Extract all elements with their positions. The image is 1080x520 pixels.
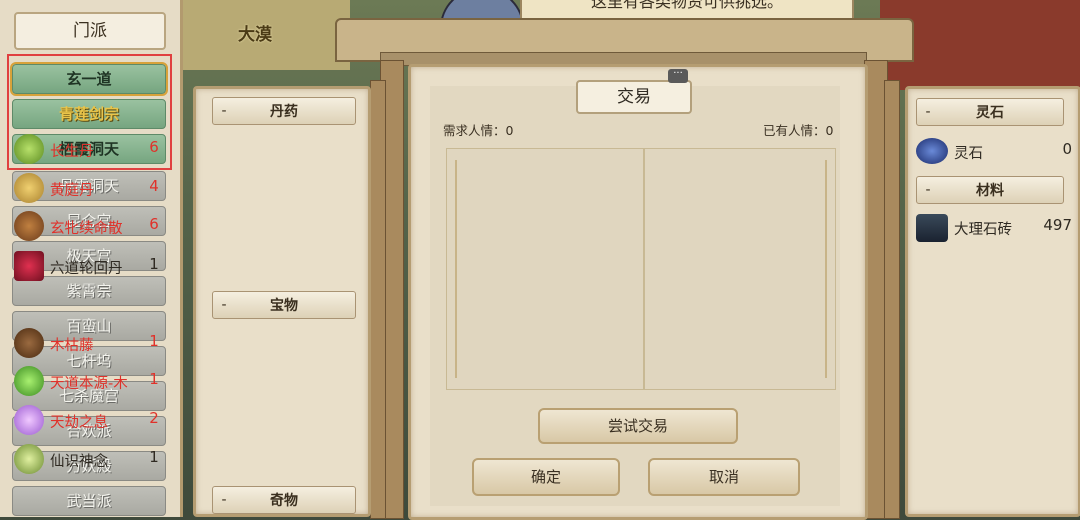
item-name: 长生丹 (50, 144, 94, 160)
resource-count: 0 (1062, 140, 1072, 158)
item-count: 1 (149, 448, 159, 466)
required-favor-label: 需求人情：0 (443, 123, 514, 138)
section-header-materials[interactable]: - 材料 (916, 176, 1064, 204)
resource-count: 497 (1043, 216, 1072, 234)
npc-speech-text: 这里有各类物资可供挑选。 (590, 0, 783, 11)
resource-item[interactable]: 大理石砖 497 (914, 212, 1072, 244)
item-name: 六道轮回丹 (50, 261, 123, 277)
sect-panel-title: 门派 (14, 12, 166, 50)
list-item[interactable]: 天劫之息 2 (14, 403, 162, 439)
list-item[interactable]: 六道轮回丹 1 (14, 249, 162, 285)
spirit-stone-icon (916, 138, 948, 164)
chat-bubble-icon[interactable]: ··· (668, 69, 688, 83)
item-count: 1 (149, 370, 159, 388)
resource-item[interactable]: 灵石 0 (914, 136, 1072, 168)
gem-box-icon (14, 251, 44, 281)
resource-name: 灵石 (954, 146, 983, 162)
list-item[interactable]: 玄牝续命散 6 (14, 209, 162, 245)
trade-title: 交易 (576, 80, 692, 114)
offer-scroll-right[interactable] (644, 148, 836, 390)
gourd-icon (14, 134, 44, 164)
list-item[interactable]: 天道本源-木 1 (14, 364, 162, 400)
section-header-pills[interactable]: - 丹药 (212, 97, 356, 125)
item-count: 6 (149, 215, 159, 233)
frame-post (370, 80, 386, 519)
item-name: 玄牝续命散 (50, 221, 123, 237)
sect-button[interactable]: 武当派 (12, 486, 166, 516)
section-title: 奇物 (270, 493, 298, 509)
powder-icon (14, 211, 44, 241)
item-count: 4 (149, 177, 159, 195)
section-header-treasures[interactable]: - 宝物 (212, 291, 356, 319)
offer-scroll-left[interactable] (446, 148, 644, 390)
section-title: 丹药 (270, 104, 298, 120)
section-title: 宝物 (270, 298, 298, 314)
vine-icon (14, 328, 44, 358)
item-name: 黄庭丹 (50, 183, 94, 199)
item-name: 天道本源-木 (50, 376, 128, 392)
section-header-curios[interactable]: - 奇物 (212, 486, 356, 514)
try-trade-button[interactable]: 尝试交易 (538, 408, 738, 444)
scroll-rod-left (455, 160, 457, 378)
orb-icon (14, 444, 44, 474)
item-count: 6 (149, 138, 159, 156)
list-item[interactable]: 黄庭丹 4 (14, 171, 162, 207)
sparkle-icon (14, 405, 44, 435)
pill-bowl-icon (14, 173, 44, 203)
section-header-spirit-stone[interactable]: - 灵石 (916, 98, 1064, 126)
leaf-crystal-icon (14, 366, 44, 396)
owned-favor-label: 已有人情：0 (763, 123, 834, 138)
confirm-button[interactable]: 确定 (472, 458, 620, 496)
frame-post (884, 80, 900, 519)
region-label: 大漠 (238, 25, 272, 45)
item-count: 1 (149, 255, 159, 273)
list-item[interactable]: 仙识神念 1 (14, 442, 162, 478)
marble-brick-icon (916, 214, 948, 242)
item-name: 木枯藤 (50, 338, 94, 354)
item-name: 仙识神念 (50, 454, 108, 470)
resource-name: 大理石砖 (954, 222, 1012, 238)
item-name: 天劫之息 (50, 415, 108, 431)
list-item[interactable]: 木枯藤 1 (14, 326, 162, 362)
item-count: 1 (149, 332, 159, 350)
list-item[interactable]: 长生丹 6 (14, 132, 162, 168)
section-title: 材料 (976, 183, 1004, 199)
section-title: 灵石 (976, 105, 1004, 121)
scroll-rod-right (825, 160, 827, 378)
item-count: 2 (149, 409, 159, 427)
cancel-button[interactable]: 取消 (648, 458, 800, 496)
